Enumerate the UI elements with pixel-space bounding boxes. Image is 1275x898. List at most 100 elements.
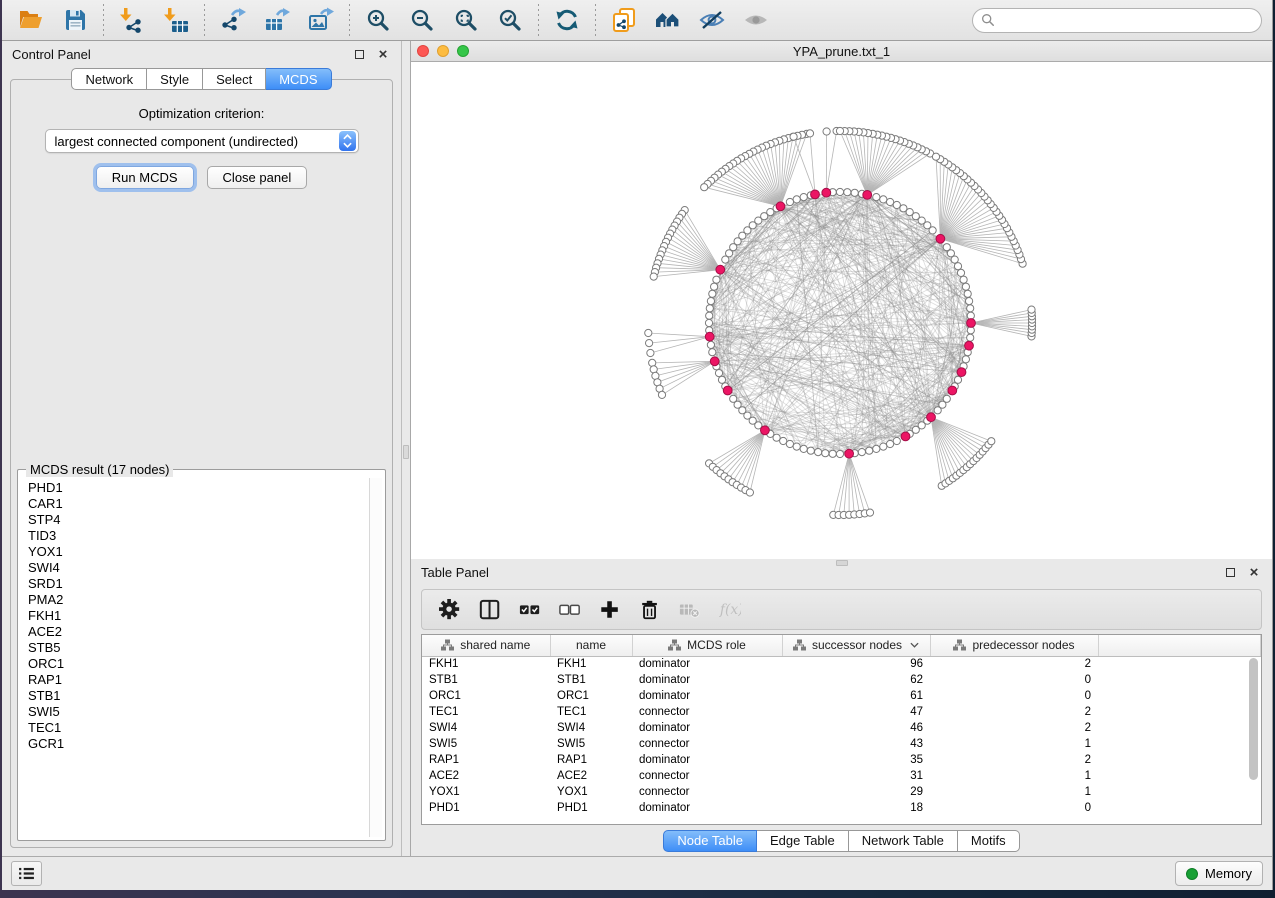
tab-motifs[interactable]: Motifs bbox=[958, 830, 1020, 852]
zoom-in-button[interactable] bbox=[359, 3, 397, 37]
mcds-result-item[interactable]: GCR1 bbox=[21, 736, 369, 752]
zoom-out-button[interactable] bbox=[403, 3, 441, 37]
column-header-mcds-role[interactable]: MCDS role bbox=[632, 635, 782, 656]
mcds-result-item[interactable]: STB5 bbox=[21, 640, 369, 656]
hide-selected-button[interactable] bbox=[693, 3, 731, 37]
open-file-button[interactable] bbox=[12, 3, 50, 37]
control-panel-close-button[interactable]: × bbox=[375, 47, 391, 63]
table-cell: 0 bbox=[930, 688, 1098, 704]
search-field[interactable] bbox=[972, 8, 1262, 33]
table-cell: 29 bbox=[782, 784, 930, 800]
mcds-result-item[interactable]: PHD1 bbox=[21, 480, 369, 496]
memory-button[interactable]: Memory bbox=[1175, 861, 1263, 886]
network-home-button[interactable] bbox=[649, 3, 687, 37]
task-history-button[interactable] bbox=[11, 861, 42, 886]
mcds-result-scrollbar[interactable] bbox=[369, 478, 382, 837]
network-view-titlebar[interactable]: YPA_prune.txt_1 bbox=[411, 41, 1272, 62]
control-panel-float-button[interactable] bbox=[351, 47, 367, 63]
horizontal-divider-grip-icon[interactable] bbox=[836, 560, 848, 566]
mcds-result-item[interactable]: STB1 bbox=[21, 688, 369, 704]
mcds-result-list[interactable]: PHD1CAR1STP4TID3YOX1SWI4SRD1PMA2FKH1ACE2… bbox=[21, 478, 369, 837]
network-canvas[interactable] bbox=[411, 62, 1272, 559]
column-header-predecessor-nodes[interactable]: predecessor nodes bbox=[930, 635, 1098, 656]
column-type-icon bbox=[793, 639, 806, 651]
mcds-result-item[interactable]: FKH1 bbox=[21, 608, 369, 624]
svg-text:f(x): f(x) bbox=[719, 602, 741, 618]
table-cell: connector bbox=[632, 704, 782, 720]
criterion-select[interactable]: largest connected component (undirected) bbox=[45, 129, 359, 153]
table-row[interactable]: TEC1TEC1connector472 bbox=[422, 704, 1261, 720]
table-row[interactable]: ACE2ACE2connector311 bbox=[422, 768, 1261, 784]
mcds-result-item[interactable]: SWI5 bbox=[21, 704, 369, 720]
table-panel-float-button[interactable] bbox=[1222, 565, 1238, 581]
vertical-split-divider[interactable] bbox=[402, 41, 410, 856]
export-image-button[interactable] bbox=[302, 3, 340, 37]
table-cell: 47 bbox=[782, 704, 930, 720]
zoom-fit-button[interactable] bbox=[447, 3, 485, 37]
table-cell: 96 bbox=[782, 656, 930, 672]
mcds-result-item[interactable]: ORC1 bbox=[21, 656, 369, 672]
table-cell-filler bbox=[1098, 704, 1261, 720]
clone-network-icon bbox=[611, 7, 637, 33]
tab-mcds[interactable]: MCDS bbox=[266, 68, 331, 90]
tab-network-table[interactable]: Network Table bbox=[849, 830, 958, 852]
create-column-button[interactable] bbox=[594, 594, 626, 626]
select-all-columns-button[interactable] bbox=[514, 594, 546, 626]
window-close-traffic-light[interactable] bbox=[417, 45, 429, 57]
network-view-title: YPA_prune.txt_1 bbox=[411, 44, 1272, 59]
import-network-button[interactable] bbox=[113, 3, 151, 37]
table-settings-button[interactable] bbox=[434, 594, 466, 626]
table-row[interactable]: STB1STB1dominator620 bbox=[422, 672, 1261, 688]
export-table-button[interactable] bbox=[258, 3, 296, 37]
mcds-result-item[interactable]: SWI4 bbox=[21, 560, 369, 576]
table-cell: 1 bbox=[930, 736, 1098, 752]
tab-edge-table[interactable]: Edge Table bbox=[757, 830, 849, 852]
deselect-all-columns-button[interactable] bbox=[554, 594, 586, 626]
clone-network-button[interactable] bbox=[605, 3, 643, 37]
column-header-successor-nodes[interactable]: successor nodes bbox=[782, 635, 930, 656]
export-network-icon bbox=[220, 7, 246, 33]
tab-network[interactable]: Network bbox=[71, 68, 147, 90]
mcds-result-item[interactable]: TEC1 bbox=[21, 720, 369, 736]
column-layout-button[interactable] bbox=[474, 594, 506, 626]
table-row[interactable]: ORC1ORC1dominator610 bbox=[422, 688, 1261, 704]
column-header-shared-name[interactable]: shared name bbox=[422, 635, 550, 656]
mcds-result-item[interactable]: YOX1 bbox=[21, 544, 369, 560]
mcds-result-item[interactable]: RAP1 bbox=[21, 672, 369, 688]
table-scrollbar[interactable] bbox=[1248, 658, 1259, 821]
homes-icon bbox=[655, 7, 681, 33]
tab-node-table[interactable]: Node Table bbox=[663, 830, 757, 852]
mcds-result-item[interactable]: SRD1 bbox=[21, 576, 369, 592]
import-table-button[interactable] bbox=[157, 3, 195, 37]
run-mcds-button[interactable]: Run MCDS bbox=[96, 166, 194, 189]
search-input[interactable] bbox=[1000, 13, 1253, 28]
mcds-result-item[interactable]: STP4 bbox=[21, 512, 369, 528]
table-scrollbar-thumb[interactable] bbox=[1249, 658, 1258, 780]
close-panel-button[interactable]: Close panel bbox=[207, 166, 308, 189]
mcds-result-item[interactable]: TID3 bbox=[21, 528, 369, 544]
mcds-panel: Optimization criterion: largest connecte… bbox=[10, 79, 393, 848]
table-panel-close-button[interactable]: × bbox=[1246, 565, 1262, 581]
delete-column-button[interactable] bbox=[634, 594, 666, 626]
table-row[interactable]: FKH1FKH1dominator962 bbox=[422, 656, 1261, 672]
save-session-button[interactable] bbox=[56, 3, 94, 37]
window-minimize-traffic-light[interactable] bbox=[437, 45, 449, 57]
mcds-result-item[interactable]: PMA2 bbox=[21, 592, 369, 608]
tab-select[interactable]: Select bbox=[203, 68, 266, 90]
table-row[interactable]: SWI4SWI4dominator462 bbox=[422, 720, 1261, 736]
export-network-button[interactable] bbox=[214, 3, 252, 37]
column-header-name[interactable]: name bbox=[550, 635, 632, 656]
table-cell: connector bbox=[632, 768, 782, 784]
tab-style[interactable]: Style bbox=[147, 68, 203, 90]
window-maximize-traffic-light[interactable] bbox=[457, 45, 469, 57]
mcds-result-item[interactable]: ACE2 bbox=[21, 624, 369, 640]
table-row[interactable]: PHD1PHD1dominator180 bbox=[422, 800, 1261, 816]
table-row[interactable]: RAP1RAP1dominator352 bbox=[422, 752, 1261, 768]
mcds-result-item[interactable]: CAR1 bbox=[21, 496, 369, 512]
open-icon bbox=[18, 7, 44, 33]
toolbar-separator bbox=[595, 4, 596, 36]
table-row[interactable]: SWI5SWI5connector431 bbox=[422, 736, 1261, 752]
refresh-network-button[interactable] bbox=[548, 3, 586, 37]
zoom-selected-button[interactable] bbox=[491, 3, 529, 37]
table-row[interactable]: YOX1YOX1connector291 bbox=[422, 784, 1261, 800]
